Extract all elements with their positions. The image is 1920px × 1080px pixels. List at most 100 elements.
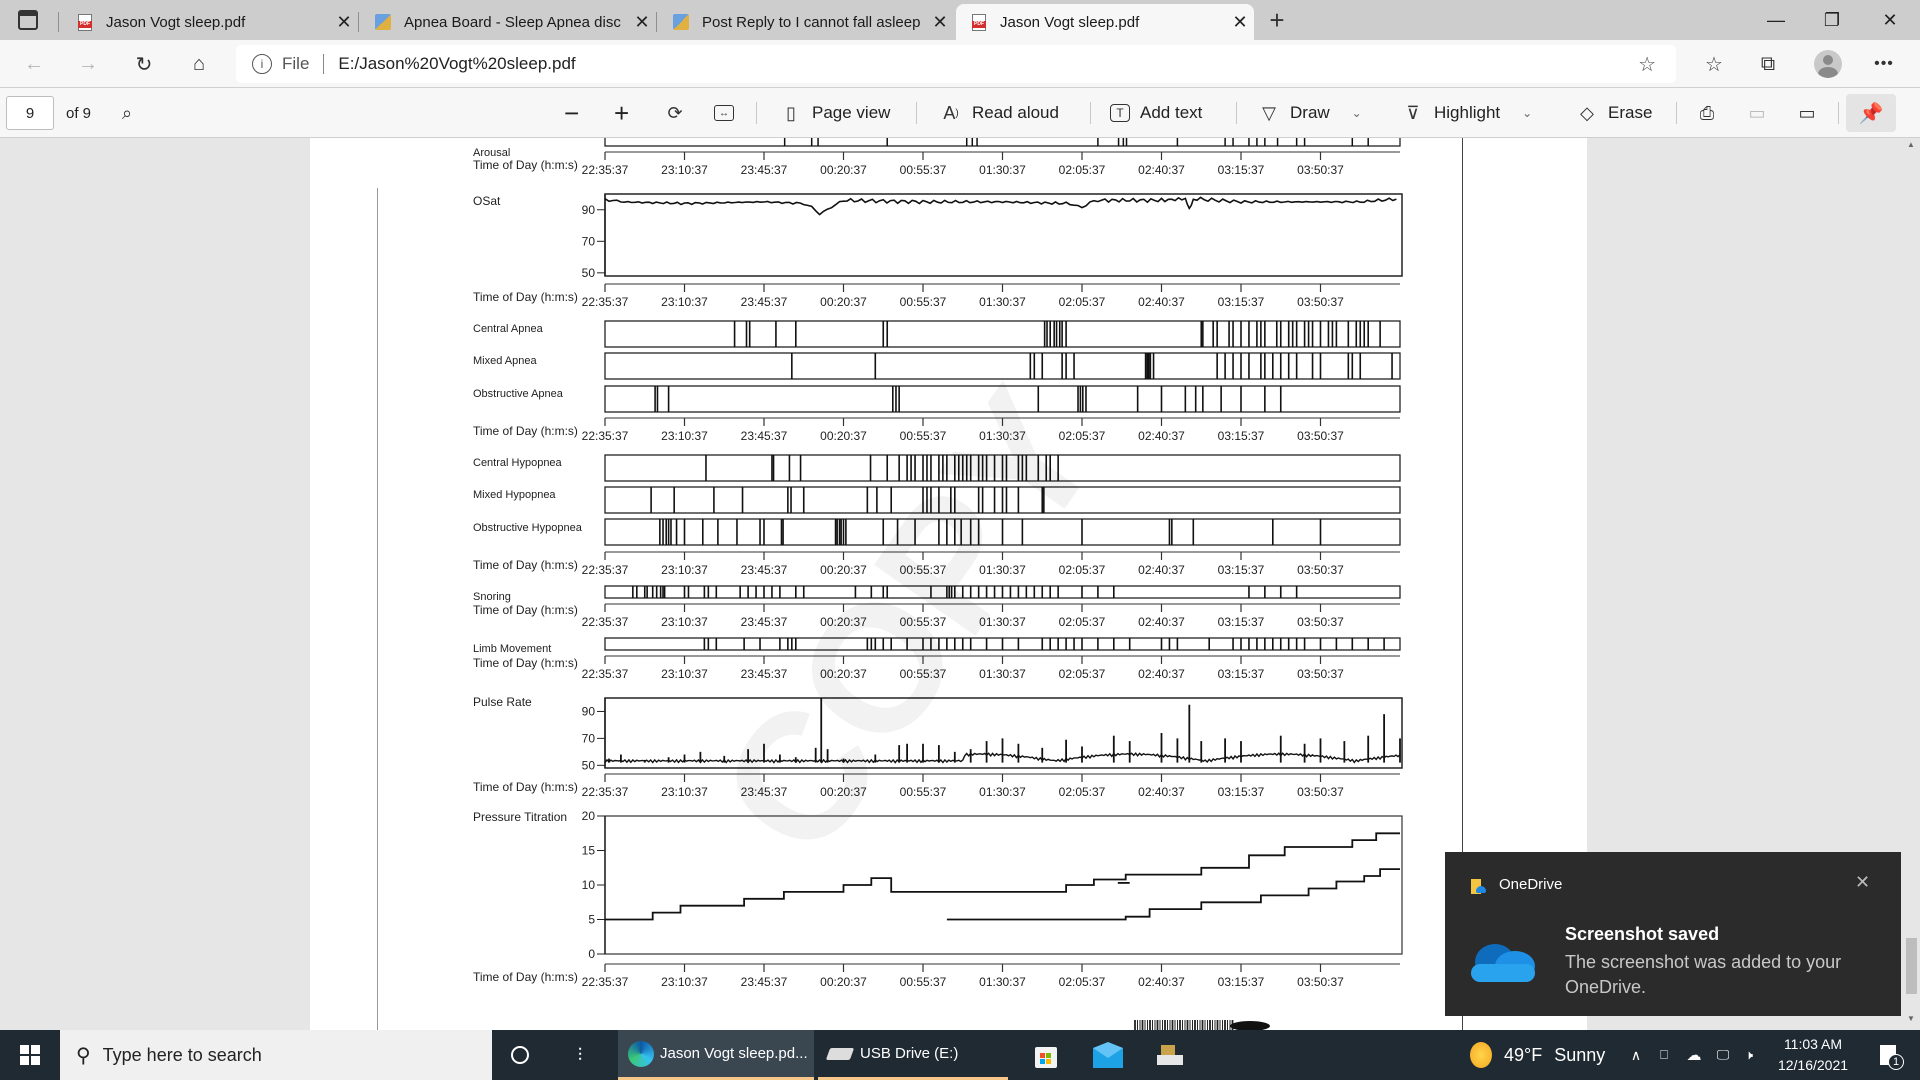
onedrive-notification[interactable]: OneDrive ✕ Screenshot saved The screensh…	[1445, 852, 1901, 1016]
taskbar-store[interactable]	[1024, 1030, 1068, 1080]
time-axis-tick-label: 03:50:37	[1297, 295, 1344, 309]
time-axis-label: Time of Day (h:m:s)	[473, 656, 578, 670]
edge-icon	[628, 1040, 654, 1067]
page-number-input[interactable]: 9	[6, 96, 54, 130]
scroll-up-arrow[interactable]: ▲	[1907, 140, 1915, 149]
time-axis-label: Time of Day (h:m:s)	[473, 780, 578, 794]
back-button[interactable]: ←	[16, 48, 52, 80]
close-tab-icon[interactable]: ✕	[330, 12, 358, 33]
pin-toolbar-button[interactable]: 📌	[1846, 94, 1896, 132]
save-button[interactable]: ▭	[1746, 88, 1768, 138]
toolbar-separator	[1838, 102, 1839, 124]
address-input[interactable]: i File E:/Jason%20Vogt%20sleep.pdf ☆	[236, 45, 1676, 83]
add-favorite-icon[interactable]: ☆	[1638, 52, 1656, 77]
zoom-in-button[interactable]: +	[614, 88, 629, 138]
refresh-button[interactable]: ↻	[126, 48, 162, 80]
taskbar-app-usb-drive[interactable]: USB Drive (E:)	[818, 1030, 1008, 1080]
save-as-button[interactable]: ▭	[1796, 88, 1818, 138]
meet-now-icon[interactable]: ⎕	[1654, 1030, 1674, 1080]
home-button[interactable]: ⌂	[181, 48, 217, 80]
scrollbar-thumb[interactable]	[1906, 938, 1917, 994]
close-tab-icon[interactable]: ✕	[628, 12, 656, 33]
time-axis-tick-label: 00:20:37	[820, 429, 867, 443]
onedrive-app-icon	[1469, 878, 1487, 896]
action-center-button[interactable]: 1	[1868, 1030, 1908, 1080]
taskbar-clock[interactable]: 11:03 AM 12/16/2021	[1768, 1034, 1858, 1076]
taskbar-app-3[interactable]	[1148, 1030, 1192, 1080]
time-axis-tick-label: 01:30:37	[979, 975, 1026, 989]
task-view-button[interactable]: ⫶	[560, 1030, 600, 1080]
find-button[interactable]: ⌕	[116, 88, 138, 138]
time-axis-tick-label: 02:40:37	[1138, 163, 1185, 177]
track-label-osat: OSat	[473, 194, 501, 208]
time-axis-tick-label: 02:05:37	[1059, 667, 1106, 681]
more-options-icon[interactable]: •••	[1866, 48, 1902, 80]
time-axis-tick-label: 03:15:37	[1218, 785, 1265, 799]
time-axis-tick-label: 02:05:37	[1059, 785, 1106, 799]
minimize-button[interactable]: —	[1748, 0, 1804, 40]
tab-label: Post Reply to I cannot fall asleep	[702, 13, 921, 31]
track-label-pulse-rate: Pulse Rate	[473, 695, 532, 709]
vertical-scrollbar[interactable]: ▲ ▼	[1903, 138, 1920, 1030]
add-text-button[interactable]: T Add text	[1110, 88, 1202, 138]
windows-logo-icon	[20, 1045, 40, 1065]
volume-muted-icon[interactable]: 🕨	[1738, 1030, 1760, 1080]
fit-width-button[interactable]: ↔	[714, 88, 734, 138]
taskbar-app-edge[interactable]: Jason Vogt sleep.pd...	[618, 1030, 814, 1080]
forward-button[interactable]: →	[70, 48, 106, 80]
weather-widget[interactable]: 49°F Sunny	[1470, 1030, 1630, 1080]
new-tab-button[interactable]: +	[1262, 4, 1292, 36]
tab-apnea-board[interactable]: Apnea Board - Sleep Apnea disc ✕	[360, 4, 656, 40]
tab-actions-icon[interactable]	[18, 10, 38, 30]
start-button[interactable]	[0, 1030, 60, 1080]
draw-button[interactable]: ▽ Draw ⌄	[1258, 88, 1362, 138]
network-icon[interactable]: 🖵	[1712, 1030, 1734, 1080]
time-axis-tick-label: 23:45:37	[741, 563, 788, 577]
chevron-down-icon[interactable]: ⌄	[1352, 106, 1362, 120]
time-axis-tick-label: 23:45:37	[741, 429, 788, 443]
y-axis-tick-label: 70	[582, 731, 596, 745]
tab-separator	[58, 12, 59, 32]
save-as-icon: ▭	[1798, 102, 1816, 123]
cortana-button[interactable]	[500, 1030, 540, 1080]
chevron-down-icon[interactable]: ⌄	[1522, 106, 1532, 120]
tab-jason-vogt-sleep-1[interactable]: Jason Vogt sleep.pdf ✕	[62, 4, 358, 40]
page-view-label: Page view	[812, 103, 891, 122]
collections-icon[interactable]: ⧉	[1750, 48, 1786, 80]
track-label-mixed-hypopnea: Mixed Hypopnea	[473, 489, 556, 501]
drive-app-icon	[1157, 1045, 1183, 1065]
taskbar-mail[interactable]	[1086, 1030, 1130, 1080]
time-axis-label: Time of Day (h:m:s)	[473, 558, 578, 572]
erase-button[interactable]: ◇ Erase	[1576, 88, 1652, 138]
page-view-button[interactable]: ▯ Page view	[780, 88, 890, 138]
rotate-icon: ⟳	[667, 102, 683, 123]
osat-line	[604, 196, 1397, 216]
onedrive-tray-icon[interactable]: ☁	[1682, 1030, 1706, 1080]
restore-button[interactable]: ❐	[1804, 0, 1860, 40]
favorites-icon[interactable]: ☆	[1696, 48, 1732, 80]
close-tab-icon[interactable]: ✕	[926, 12, 954, 33]
tab-jason-vogt-sleep-active[interactable]: Jason Vogt sleep.pdf ✕	[956, 4, 1254, 40]
notification-count-badge: 1	[1888, 1054, 1904, 1070]
time-axis-tick-label: 03:50:37	[1297, 667, 1344, 681]
print-button[interactable]: ⎙	[1696, 88, 1718, 138]
rotate-button[interactable]: ⟳	[664, 88, 686, 138]
zoom-out-button[interactable]: −	[564, 88, 579, 138]
close-tab-icon[interactable]: ✕	[1226, 12, 1254, 33]
time-axis-tick-label: 03:50:37	[1297, 429, 1344, 443]
show-hidden-icons-button[interactable]: ∧	[1626, 1030, 1646, 1080]
time-axis-label: Time of Day (h:m:s)	[473, 970, 578, 984]
notification-close-button[interactable]: ✕	[1855, 872, 1870, 893]
taskbar-search-box[interactable]: ⚲ Type here to search	[60, 1030, 492, 1080]
track-label-snoring: Snoring	[473, 591, 511, 603]
read-aloud-button[interactable]: A) Read aloud	[940, 88, 1059, 138]
highlight-button[interactable]: ⊽ Highlight ⌄	[1402, 88, 1532, 138]
scroll-down-arrow[interactable]: ▼	[1907, 1014, 1915, 1023]
info-icon[interactable]: i	[252, 54, 272, 74]
tab-post-reply[interactable]: Post Reply to I cannot fall asleep ✕	[658, 4, 954, 40]
time-axis-tick-label: 00:20:37	[820, 295, 867, 309]
profile-avatar[interactable]	[1814, 50, 1842, 78]
tab-label: Apnea Board - Sleep Apnea disc	[404, 13, 621, 31]
address-bar-row: ← → ↻ ⌂ i File E:/Jason%20Vogt%20sleep.p…	[0, 40, 1920, 88]
close-window-button[interactable]: ✕	[1862, 0, 1918, 40]
